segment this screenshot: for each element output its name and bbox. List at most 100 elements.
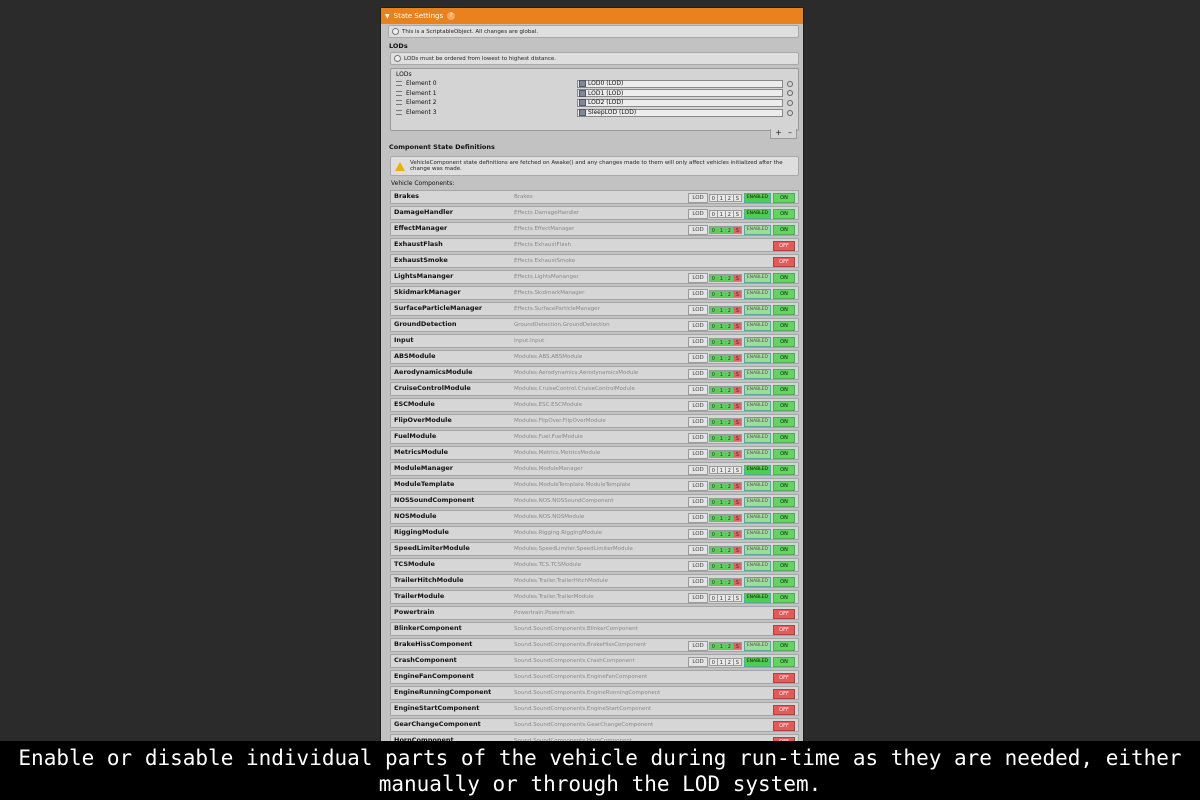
state-toggle-on[interactable]: ON <box>773 545 795 555</box>
state-toggle-on[interactable]: ON <box>773 593 795 603</box>
lod-toggle[interactable]: LOD <box>688 657 708 667</box>
enabled-toggle[interactable]: ENABLED <box>743 465 771 475</box>
enabled-toggle[interactable]: ENABLED <box>743 433 771 443</box>
state-toggle-on[interactable]: ON <box>773 433 795 443</box>
state-toggle-off[interactable]: OFF <box>773 609 795 619</box>
lod-level-S[interactable]: S <box>732 338 742 346</box>
lod-toggle[interactable]: LOD <box>688 641 708 651</box>
lod-toggle[interactable]: LOD <box>688 385 708 395</box>
lod-level-S[interactable]: S <box>732 546 742 554</box>
enabled-toggle[interactable]: ENABLED <box>743 593 771 603</box>
enabled-toggle[interactable]: ENABLED <box>743 193 771 203</box>
enabled-toggle[interactable]: ENABLED <box>743 449 771 459</box>
drag-handle-icon[interactable] <box>396 90 402 96</box>
state-toggle-on[interactable]: ON <box>773 209 795 219</box>
state-toggle-on[interactable]: ON <box>773 305 795 315</box>
add-element-button[interactable]: + <box>775 129 782 138</box>
lod-level-S[interactable]: S <box>732 482 742 490</box>
state-toggle-on[interactable]: ON <box>773 513 795 523</box>
lod-level-S[interactable]: S <box>732 370 742 378</box>
lod-toggle[interactable]: LOD <box>688 481 708 491</box>
lod-level-S[interactable]: S <box>732 642 742 650</box>
lod-level-S[interactable]: S <box>732 562 742 570</box>
state-toggle-on[interactable]: ON <box>773 369 795 379</box>
state-toggle-on[interactable]: ON <box>773 385 795 395</box>
enabled-toggle[interactable]: ENABLED <box>743 337 771 347</box>
enabled-toggle[interactable]: ENABLED <box>743 481 771 491</box>
lod-level-S[interactable]: S <box>732 290 742 298</box>
enabled-toggle[interactable]: ENABLED <box>743 657 771 667</box>
enabled-toggle[interactable]: ENABLED <box>743 513 771 523</box>
state-toggle-on[interactable]: ON <box>773 353 795 363</box>
enabled-toggle[interactable]: ENABLED <box>743 353 771 363</box>
state-toggle-on[interactable]: ON <box>773 561 795 571</box>
lod-object-field[interactable]: SleepLOD (LOD) <box>577 108 783 117</box>
lod-level-S[interactable]: S <box>732 322 742 330</box>
state-toggle-off[interactable]: OFF <box>773 721 795 731</box>
lod-toggle[interactable]: LOD <box>688 577 708 587</box>
lod-toggle[interactable]: LOD <box>688 209 708 219</box>
lod-level-S[interactable]: S <box>732 594 742 602</box>
lod-toggle[interactable]: LOD <box>688 593 708 603</box>
enabled-toggle[interactable]: ENABLED <box>743 321 771 331</box>
lod-toggle[interactable]: LOD <box>688 193 708 203</box>
enabled-toggle[interactable]: ENABLED <box>743 545 771 555</box>
lod-level-S[interactable]: S <box>732 226 742 234</box>
lod-level-S[interactable]: S <box>732 354 742 362</box>
lod-object-field[interactable]: LOD0 (LOD) <box>577 79 783 88</box>
lod-level-S[interactable]: S <box>732 210 742 218</box>
lod-level-S[interactable]: S <box>732 418 742 426</box>
lod-object-field[interactable]: LOD2 (LOD) <box>577 98 783 107</box>
state-toggle-on[interactable]: ON <box>773 289 795 299</box>
state-toggle-on[interactable]: ON <box>773 321 795 331</box>
enabled-toggle[interactable]: ENABLED <box>743 273 771 283</box>
state-toggle-on[interactable]: ON <box>773 577 795 587</box>
lod-level-S[interactable]: S <box>732 466 742 474</box>
drag-handle-icon[interactable] <box>396 81 402 87</box>
lod-toggle[interactable]: LOD <box>688 353 708 363</box>
state-toggle-off[interactable]: OFF <box>773 625 795 635</box>
state-toggle-on[interactable]: ON <box>773 273 795 283</box>
enabled-toggle[interactable]: ENABLED <box>743 289 771 299</box>
lod-toggle[interactable]: LOD <box>688 337 708 347</box>
enabled-toggle[interactable]: ENABLED <box>743 497 771 507</box>
lod-level-S[interactable]: S <box>732 434 742 442</box>
help-icon[interactable]: ? <box>447 12 456 20</box>
lod-level-S[interactable]: S <box>732 386 742 394</box>
lod-level-S[interactable]: S <box>732 498 742 506</box>
lod-level-S[interactable]: S <box>732 194 742 202</box>
lod-level-S[interactable]: S <box>732 658 742 666</box>
state-toggle-on[interactable]: ON <box>773 225 795 235</box>
state-toggle-on[interactable]: ON <box>773 465 795 475</box>
state-settings-header[interactable]: ▼ State Settings ? <box>381 8 803 24</box>
lod-toggle[interactable]: LOD <box>688 465 708 475</box>
lod-toggle[interactable]: LOD <box>688 561 708 571</box>
enabled-toggle[interactable]: ENABLED <box>743 417 771 427</box>
state-toggle-on[interactable]: ON <box>773 481 795 491</box>
enabled-toggle[interactable]: ENABLED <box>743 369 771 379</box>
lod-toggle[interactable]: LOD <box>688 417 708 427</box>
lod-level-S[interactable]: S <box>732 402 742 410</box>
lod-toggle[interactable]: LOD <box>688 545 708 555</box>
lod-toggle[interactable]: LOD <box>688 529 708 539</box>
state-toggle-off[interactable]: OFF <box>773 673 795 683</box>
drag-handle-icon[interactable] <box>396 110 402 116</box>
drag-handle-icon[interactable] <box>396 100 402 106</box>
lod-toggle[interactable]: LOD <box>688 449 708 459</box>
foldout-arrow-icon[interactable]: ▼ <box>385 13 390 20</box>
state-toggle-off[interactable]: OFF <box>773 705 795 715</box>
lod-toggle[interactable]: LOD <box>688 369 708 379</box>
lod-level-S[interactable]: S <box>732 306 742 314</box>
object-picker-icon[interactable] <box>787 99 793 106</box>
lod-level-S[interactable]: S <box>732 274 742 282</box>
remove-element-button[interactable]: – <box>788 129 792 138</box>
lod-toggle[interactable]: LOD <box>688 321 708 331</box>
enabled-toggle[interactable]: ENABLED <box>743 641 771 651</box>
state-toggle-on[interactable]: ON <box>773 641 795 651</box>
enabled-toggle[interactable]: ENABLED <box>743 305 771 315</box>
enabled-toggle[interactable]: ENABLED <box>743 561 771 571</box>
state-toggle-on[interactable]: ON <box>773 497 795 507</box>
lod-toggle[interactable]: LOD <box>688 433 708 443</box>
state-toggle-on[interactable]: ON <box>773 449 795 459</box>
enabled-toggle[interactable]: ENABLED <box>743 577 771 587</box>
